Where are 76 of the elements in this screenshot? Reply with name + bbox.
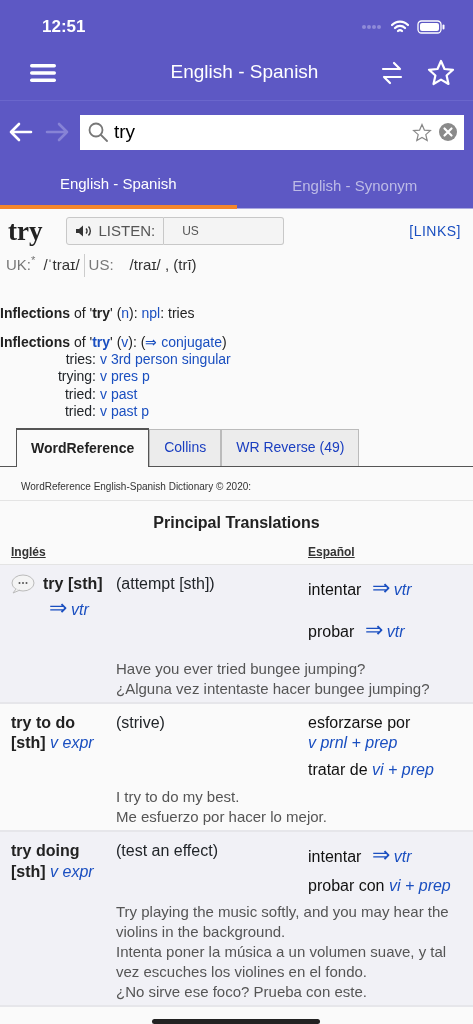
inflection-line: Inflections of 'try' (n): npl: tries	[0, 304, 196, 322]
pos-link[interactable]: v expr	[50, 734, 94, 752]
inflected-form: trying:	[57, 368, 97, 386]
section-title: Principal Translations	[153, 513, 320, 531]
example-sentence: I try to do my best.	[116, 788, 240, 806]
inflected-form: tried:	[64, 385, 97, 403]
search-bar[interactable]: try	[80, 114, 464, 150]
inflection-line: Inflections of 'try' (v): (⇒ conjugate)	[0, 333, 228, 351]
menu-icon	[30, 62, 56, 83]
column-header: Inglés	[11, 544, 46, 559]
column-header: Español	[308, 544, 355, 559]
translation-text: intentar ⇒ vtr	[308, 573, 413, 602]
grammar-link[interactable]: v	[121, 333, 129, 350]
source-tab[interactable]: WordReference	[16, 427, 150, 467]
pos-link[interactable]: vi + prep	[372, 761, 434, 779]
example-sentence: Me esfuerzo por hacer lo mejor.	[116, 808, 327, 826]
grammar-link[interactable]: n	[121, 304, 130, 321]
signal-icon	[361, 23, 383, 30]
favorite-button[interactable]	[427, 59, 455, 86]
pos-link[interactable]: ⇒ vtr	[365, 580, 412, 598]
forward-arrow-icon	[44, 120, 70, 144]
swap-arrows-icon	[381, 60, 403, 85]
pronunciation-text: /ˈtraɪ/	[43, 254, 85, 277]
translation-text: probar con vi + prep	[308, 875, 452, 896]
pos-link[interactable]: ⇒ vtr	[365, 848, 412, 866]
translation-text: intentar ⇒ vtr	[308, 841, 413, 870]
form-tag-link[interactable]: v past p	[100, 403, 150, 421]
swap-button[interactable]	[381, 60, 403, 85]
speaker-icon	[75, 224, 94, 238]
headword: try	[8, 216, 43, 246]
translation-text: tratar de vi + prep	[308, 760, 435, 781]
star-icon[interactable]	[412, 122, 432, 142]
source-tab[interactable]: WR Reverse (49)	[221, 428, 360, 466]
grammar-link[interactable]: ⇒ conjugate	[145, 333, 222, 350]
translation-text: esforzarse por v prnl + prep	[308, 712, 412, 754]
sense-text: (strive)	[116, 713, 165, 731]
example-sentence: Have you ever tried bungee jumping?	[116, 659, 366, 677]
example-sentence: ¿Alguna vez intentaste hacer bungee jumping?	[116, 679, 430, 697]
form-tag-link[interactable]: v 3rd person singular	[100, 350, 231, 368]
listen-button[interactable]: LISTEN:	[66, 217, 165, 245]
example-sentence: Try playing the music softly, and you may hear the violins in the background.	[116, 903, 449, 941]
header-title: English - Spanish	[169, 60, 320, 85]
pos-link[interactable]: v prnl + prep	[308, 734, 398, 752]
wifi-icon	[391, 19, 409, 34]
headword-term: try doing [sth] v expr	[11, 841, 95, 882]
pos-link[interactable]: vi + prep	[388, 876, 451, 894]
inflected-form: tried:	[64, 403, 97, 421]
pos-link[interactable]: ⇒ vtr	[43, 601, 89, 619]
headword-term: try [sth] ⇒ vtr	[43, 573, 104, 623]
back-arrow-icon	[8, 120, 34, 144]
back-button[interactable]	[8, 120, 34, 144]
headword-term: try to do [sth] v expr	[11, 712, 95, 754]
pronunciation-text: /traɪ/ , (trī)	[129, 255, 197, 275]
sense-text: (attempt [sth])	[116, 574, 215, 592]
copyright-text: WordReference English-Spanish Dictionary © 2020:	[21, 480, 252, 492]
inflected-form: tries:	[65, 350, 97, 368]
sense-text: (test an effect)	[116, 842, 218, 860]
translation-text: probar ⇒ vtr	[308, 616, 406, 645]
dictionary-tab[interactable]: English - Spanish	[0, 163, 237, 209]
battery-icon	[417, 19, 445, 34]
form-tag-link[interactable]: v past	[100, 385, 138, 403]
star-icon	[427, 59, 455, 86]
clear-icon[interactable]	[438, 122, 458, 142]
source-tab[interactable]: Collins	[149, 428, 222, 466]
pronunciation-label: US:	[88, 255, 114, 275]
menu-button[interactable]	[30, 62, 56, 83]
form-tag-link[interactable]: v pres p	[100, 368, 150, 386]
status-time: 12:51	[42, 15, 86, 38]
example-sentence: Intenta poner la música a un volumen suave, y tal vez escuches los violines en el fondo.	[116, 943, 447, 981]
accent-selector[interactable]: US	[164, 217, 285, 245]
links-link[interactable]: [LINKS]	[409, 220, 461, 242]
pronunciation-label: UK:$^{*}$	[6, 254, 36, 275]
pos-link[interactable]: ⇒ vtr	[358, 623, 405, 641]
example-sentence: ¿No sirve ese foco? Prueba con este.	[116, 983, 367, 1001]
pos-link[interactable]: v expr	[50, 862, 94, 880]
search-icon	[88, 122, 108, 142]
